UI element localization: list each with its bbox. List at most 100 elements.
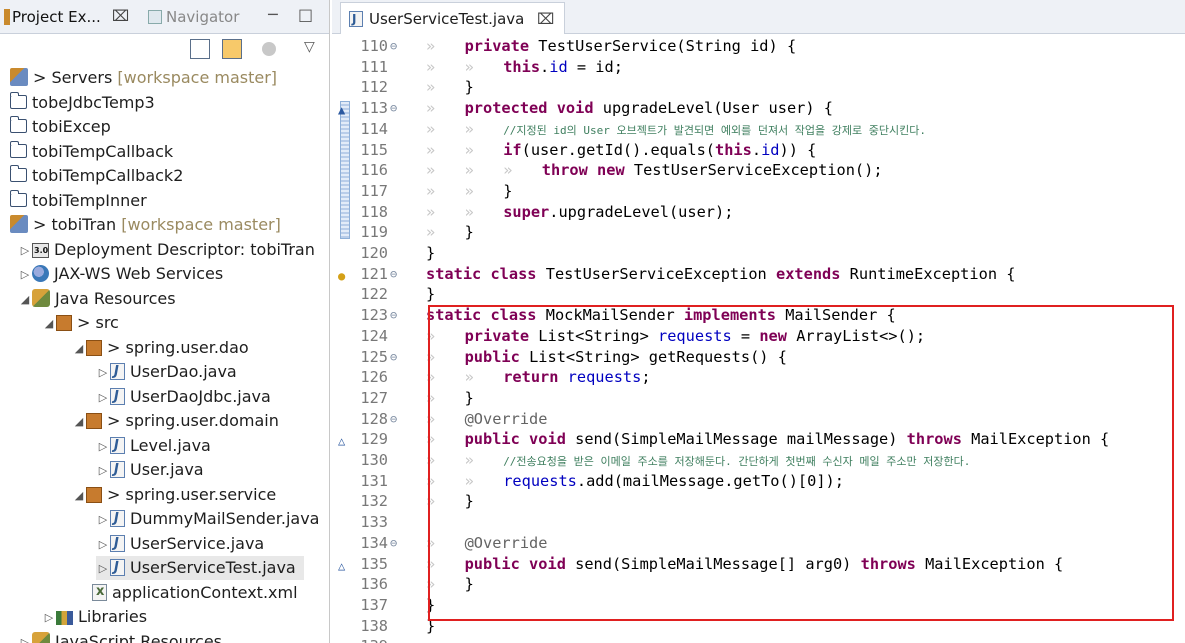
tree-item[interactable]: tobeJdbcTemp3 bbox=[9, 91, 155, 115]
code-line[interactable]: 122} bbox=[332, 284, 1185, 305]
fold-toggle-icon[interactable]: ⊖ bbox=[390, 347, 397, 368]
code-line[interactable]: 111 » » this.id = id; bbox=[332, 57, 1185, 78]
code-line[interactable]: 119 »} bbox=[332, 222, 1185, 243]
tab-marker: » bbox=[426, 223, 436, 242]
line-gutter: 135 △ bbox=[332, 554, 412, 575]
expand-arrow-icon[interactable]: ▷ bbox=[96, 508, 110, 532]
tree-item[interactable]: ▷UserDaoJdbc.java bbox=[96, 385, 271, 409]
expand-arrow-icon[interactable]: ▷ bbox=[18, 239, 32, 263]
line-gutter: 114 bbox=[332, 119, 412, 140]
minimize-icon[interactable]: ─ bbox=[268, 5, 278, 25]
tree-item[interactable]: ▷DummyMailSender.java bbox=[96, 507, 320, 532]
tab-marker: » bbox=[426, 202, 436, 221]
close-icon[interactable]: ⌧ bbox=[537, 10, 554, 28]
fold-toggle-icon[interactable]: ⊖ bbox=[390, 98, 397, 119]
code-token: RuntimeException { bbox=[849, 264, 1016, 283]
collapse-arrow-icon[interactable]: ◢ bbox=[72, 484, 86, 508]
collapse-arrow-icon[interactable]: ◢ bbox=[42, 312, 56, 336]
fold-toggle-icon[interactable]: ⊖ bbox=[390, 305, 397, 326]
tree-item[interactable]: ◢ Java Resources bbox=[18, 287, 176, 311]
code-token: this bbox=[715, 140, 752, 159]
tab-userservicetest-java[interactable]: UserServiceTest.java ⌧ bbox=[340, 2, 566, 35]
tree-item[interactable]: ▷ Libraries bbox=[42, 605, 147, 629]
tree-item[interactable]: ▷UserService.java bbox=[96, 532, 264, 556]
tab-project-explorer[interactable]: Project Ex... bbox=[4, 4, 101, 30]
code-line[interactable]: 114 » » //지정된 id의 User 오브젝트가 발견되면 예외를 던져서 작… bbox=[332, 119, 1185, 140]
code-line[interactable]: 139 bbox=[332, 636, 1185, 643]
expand-arrow-icon[interactable]: ▷ bbox=[18, 263, 32, 287]
line-gutter: 116 bbox=[332, 160, 412, 181]
line-number: 121 bbox=[360, 264, 388, 283]
view-menu-icon[interactable]: ▽ bbox=[304, 39, 324, 59]
code-line[interactable]: 118 » » super.upgradeLevel(user); bbox=[332, 202, 1185, 223]
tree-item[interactable]: > Servers [workspace master] bbox=[10, 66, 277, 90]
tab-marker: » bbox=[426, 99, 436, 118]
fold-toggle-icon[interactable]: ⊖ bbox=[390, 409, 397, 430]
package-icon bbox=[86, 486, 102, 503]
collapse-arrow-icon[interactable]: ◢ bbox=[72, 337, 86, 361]
collapse-arrow-icon[interactable]: ◢ bbox=[18, 288, 32, 312]
maximize-icon[interactable]: □ bbox=[298, 5, 313, 25]
code-line[interactable]: 117 » »} bbox=[332, 181, 1185, 202]
line-gutter: 134 ⊖ bbox=[332, 533, 412, 554]
tree-item[interactable]: applicationContext.xml bbox=[92, 580, 298, 605]
code-line[interactable]: 110 ⊖ » private TestUserService(String id) … bbox=[332, 36, 1185, 57]
line-number: 114 bbox=[360, 119, 388, 138]
code-text: » protected void upgradeLevel(User user) … bbox=[426, 98, 833, 119]
code-text: » » » throw new TestUserServiceException(); bbox=[426, 160, 883, 181]
java-file-icon bbox=[110, 556, 125, 580]
code-token: . bbox=[751, 140, 762, 159]
tree-item[interactable]: tobiTempCallback bbox=[9, 140, 173, 164]
tree-item[interactable]: ◢ > spring.user.service bbox=[72, 483, 276, 507]
line-gutter: 112 bbox=[332, 77, 412, 98]
tree-item[interactable]: ▷ JAX-WS Web Services bbox=[18, 262, 223, 286]
fold-toggle-icon[interactable]: ⊖ bbox=[390, 36, 397, 57]
tree-item[interactable]: ◢ > spring.user.domain bbox=[72, 409, 279, 433]
code-line[interactable]: 120} bbox=[332, 243, 1185, 264]
expand-arrow-icon[interactable]: ▷ bbox=[96, 361, 110, 385]
code-line[interactable]: 116 » » » throw new TestUserServiceException… bbox=[332, 160, 1185, 181]
code-line[interactable]: 112 »} bbox=[332, 77, 1185, 98]
line-number: 135 bbox=[360, 554, 388, 573]
fold-toggle-icon[interactable]: ⊖ bbox=[390, 533, 397, 554]
tree-item[interactable]: tobiExcep bbox=[9, 115, 111, 139]
code-line[interactable]: 113 ⊖ ▲ » protected void upgradeLevel(User u… bbox=[332, 98, 1185, 119]
collapse-all-icon[interactable] bbox=[190, 39, 210, 59]
line-number: 130 bbox=[360, 451, 388, 469]
expand-arrow-icon[interactable]: ▷ bbox=[96, 557, 110, 581]
tab-marker: » bbox=[464, 181, 474, 200]
tree-item[interactable]: tobiTempCallback2 bbox=[9, 164, 183, 188]
code-line[interactable]: 115 » » if(user.getId().equals(this.id)) { bbox=[332, 140, 1185, 161]
line-number: 123 bbox=[360, 306, 388, 325]
fold-toggle-icon[interactable]: ⊖ bbox=[390, 264, 397, 285]
tree-item[interactable]: > tobiTran [workspace master] bbox=[10, 213, 281, 237]
line-gutter: 121 ⊖ ● bbox=[332, 264, 412, 285]
override-marker-icon: △ bbox=[338, 558, 346, 573]
expand-arrow-icon[interactable]: ▷ bbox=[96, 435, 110, 459]
line-number: 112 bbox=[360, 78, 388, 97]
expand-arrow-icon[interactable]: ▷ bbox=[42, 606, 56, 630]
tab-navigator[interactable]: Navigator bbox=[148, 4, 239, 30]
tree-item[interactable]: ▷Deployment Descriptor: tobiTran bbox=[18, 238, 315, 263]
java-file-icon bbox=[110, 385, 125, 409]
tree-item-selected[interactable]: ▷UserServiceTest.java bbox=[96, 556, 304, 580]
tab-marker: » bbox=[426, 37, 436, 55]
filters-icon[interactable] bbox=[262, 42, 276, 56]
tab-marker: » bbox=[426, 78, 436, 97]
expand-arrow-icon[interactable]: ▷ bbox=[96, 533, 110, 557]
tree-item[interactable]: ◢ > spring.user.dao bbox=[72, 336, 249, 360]
expand-arrow-icon[interactable]: ▷ bbox=[18, 631, 32, 643]
code-line[interactable]: 121 ⊖ ● static class TestUserServiceExcepti… bbox=[332, 264, 1185, 285]
tree-item[interactable]: ▷UserDao.java bbox=[96, 360, 237, 384]
tree-item[interactable]: ◢ > src bbox=[42, 311, 119, 335]
expand-arrow-icon[interactable]: ▷ bbox=[96, 386, 110, 410]
code-token: TestUserServiceException bbox=[545, 264, 776, 283]
link-with-editor-icon[interactable] bbox=[222, 39, 242, 59]
tree-item[interactable]: ▷User.java bbox=[96, 458, 204, 482]
tree-item[interactable]: ▷ JavaScript Resources bbox=[18, 630, 222, 643]
expand-arrow-icon[interactable]: ▷ bbox=[96, 459, 110, 483]
close-icon[interactable]: ⌧ bbox=[112, 5, 129, 27]
collapse-arrow-icon[interactable]: ◢ bbox=[72, 410, 86, 434]
tree-item[interactable]: ▷Level.java bbox=[96, 434, 211, 458]
tree-item[interactable]: tobiTempInner bbox=[9, 189, 147, 213]
